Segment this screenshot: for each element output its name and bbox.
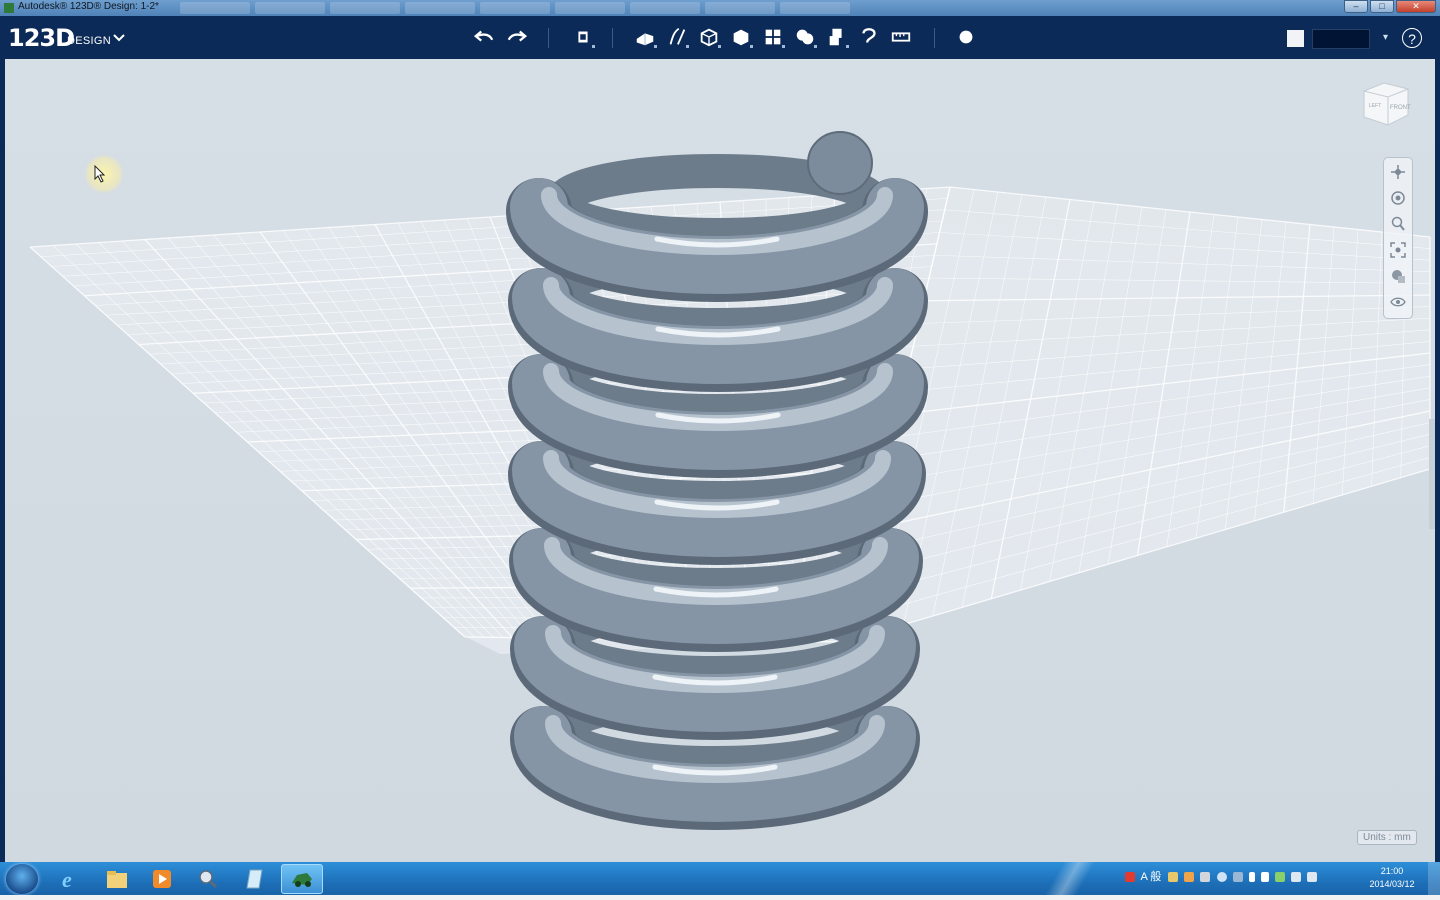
viewcube-left-label: LEFT: [1369, 103, 1381, 109]
maximize-icon[interactable]: □: [1370, 0, 1394, 13]
measure-icon[interactable]: [888, 24, 914, 50]
fit-icon[interactable]: [1388, 240, 1408, 260]
helical-spring-model[interactable]: [506, 131, 928, 830]
clock-time: 21:00: [1380, 866, 1404, 876]
window-frame-right: [1435, 59, 1440, 862]
action-center-flag-icon[interactable]: [1260, 872, 1269, 883]
toolbar-separator: [548, 28, 549, 48]
close-icon[interactable]: ✕: [1396, 0, 1436, 13]
chevron-down-icon[interactable]: [113, 31, 125, 45]
grouping-icon[interactable]: [792, 24, 818, 50]
scene-canvas[interactable]: [5, 59, 1435, 862]
background-tab: [405, 2, 475, 14]
view-cube[interactable]: LEFT FRONT: [1360, 77, 1412, 129]
app-logo[interactable]: 123D: [8, 24, 75, 52]
sketch-icon[interactable]: [664, 24, 690, 50]
file-explorer-icon[interactable]: [98, 864, 136, 894]
mouse-cursor-icon: [94, 164, 106, 188]
combine-icon[interactable]: [824, 24, 850, 50]
windows-taskbar: e A 般 21:00 2014/03/12: [0, 862, 1440, 900]
material-view-icon[interactable]: [1388, 266, 1408, 286]
title-bar: Autodesk® 123D® Design: 1-2* – □ ✕: [0, 0, 1440, 16]
primitives-icon[interactable]: [632, 24, 658, 50]
notepad-icon[interactable]: [236, 864, 274, 894]
toolbar-separator: [612, 28, 613, 48]
material-selector[interactable]: [1312, 29, 1370, 49]
modify-icon[interactable]: [728, 24, 754, 50]
background-tab: [705, 2, 775, 14]
ime-settings-icon[interactable]: [1200, 872, 1211, 883]
transform-icon[interactable]: [570, 24, 596, 50]
material-swatch[interactable]: [1287, 30, 1304, 47]
background-tab: [630, 2, 700, 14]
construct-icon[interactable]: [696, 24, 722, 50]
internet-explorer-icon[interactable]: e: [52, 864, 90, 894]
background-tab: [255, 2, 325, 14]
dropdown-arrow-icon[interactable]: ▾: [1383, 32, 1388, 43]
taskbar-bottom-edge: [0, 895, 1440, 900]
toolbar-separator: [934, 28, 935, 48]
side-panel-handle[interactable]: [1429, 419, 1435, 529]
ime-tool-icon[interactable]: [1168, 872, 1179, 883]
app-small-icon: [4, 3, 14, 13]
window-title: Autodesk® 123D® Design: 1-2*: [18, 1, 159, 12]
notification-icon[interactable]: [1125, 872, 1135, 883]
undo-icon[interactable]: [471, 24, 497, 50]
background-tab: [330, 2, 400, 14]
navigation-bar: [1383, 157, 1413, 319]
ime-indicator[interactable]: A 般: [1140, 871, 1161, 883]
app-toolbar: 123D DESIGN ▾ ?: [0, 16, 1440, 59]
snap-icon[interactable]: [856, 24, 882, 50]
media-player-icon[interactable]: [143, 864, 181, 894]
svg-text:e: e: [62, 867, 72, 891]
taskbar-glass-reflection: [1040, 862, 1100, 895]
spring-end-cap: [807, 131, 873, 195]
orbit-icon[interactable]: [1388, 188, 1408, 208]
units-indicator[interactable]: Units : mm: [1357, 830, 1417, 845]
123d-design-icon[interactable]: [281, 864, 323, 894]
minimize-icon[interactable]: –: [1344, 0, 1368, 13]
search-app-icon[interactable]: [189, 864, 227, 894]
system-tray: A 般: [1125, 868, 1320, 888]
show-hidden-icons[interactable]: [1248, 872, 1255, 883]
caps-kana-icon[interactable]: [1232, 872, 1243, 883]
pattern-icon[interactable]: [760, 24, 786, 50]
visibility-icon[interactable]: [1388, 292, 1408, 312]
ime-dictionary-icon[interactable]: [1184, 872, 1195, 883]
3d-viewport[interactable]: LEFT FRONT Units : mm: [5, 59, 1435, 862]
network-icon[interactable]: [1274, 872, 1285, 883]
viewcube-front-label: FRONT: [1390, 105, 1411, 111]
redo-icon[interactable]: [504, 24, 530, 50]
taskbar-clock[interactable]: 21:00 2014/03/12: [1364, 865, 1420, 891]
background-tab: [180, 2, 250, 14]
app-logo-subtitle[interactable]: DESIGN: [67, 35, 111, 47]
pan-icon[interactable]: [1388, 162, 1408, 182]
clock-date: 2014/03/12: [1369, 879, 1415, 889]
display-icon[interactable]: [1290, 872, 1301, 883]
zoom-icon[interactable]: [1388, 214, 1408, 234]
background-tab: [780, 2, 850, 14]
show-desktop-button[interactable]: [1428, 862, 1440, 895]
volume-icon[interactable]: [1306, 872, 1317, 883]
background-tab: [555, 2, 625, 14]
help-icon[interactable]: ?: [1402, 28, 1422, 48]
material-icon[interactable]: [953, 24, 979, 50]
background-tab: [480, 2, 550, 14]
start-button[interactable]: [6, 864, 38, 894]
help-tray-icon[interactable]: [1216, 872, 1227, 883]
